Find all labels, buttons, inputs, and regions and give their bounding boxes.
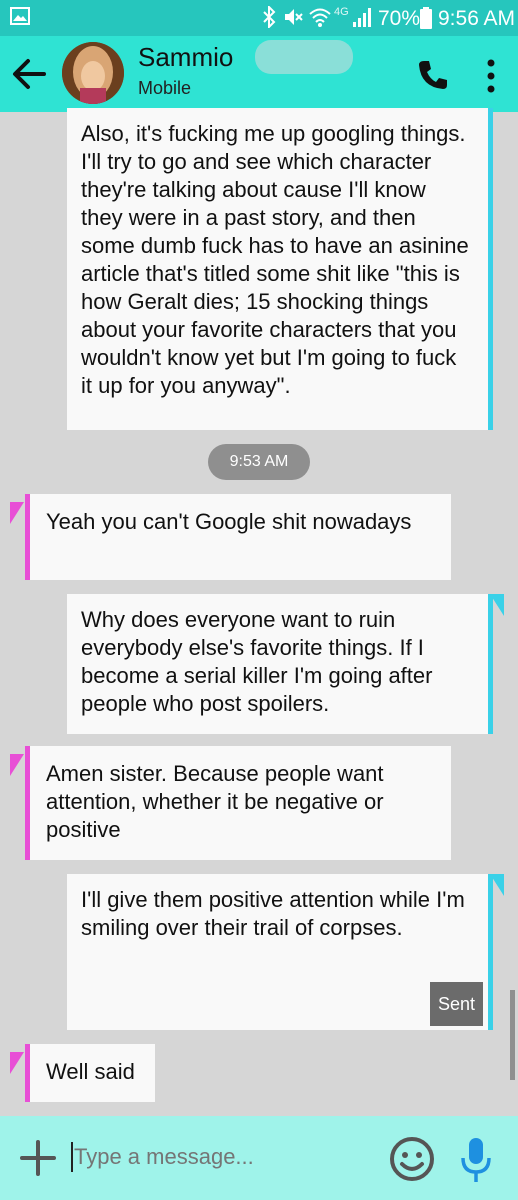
sent-status-badge: Sent xyxy=(429,982,483,1026)
contact-name: Sammio xyxy=(138,42,234,72)
message-list[interactable]: Also, it's fucking me up googling things… xyxy=(0,108,518,1116)
network-type: 4G xyxy=(334,6,349,18)
message-text: Why does everyone want to ruin everybody… xyxy=(81,607,433,716)
clock: 9:56 AM xyxy=(438,7,516,30)
incoming-tail xyxy=(10,502,24,524)
message-text: Yeah you can't Google shit nowadays xyxy=(46,509,412,534)
avatar-photo xyxy=(62,42,124,104)
battery-percent: 70% xyxy=(378,7,421,30)
message-input[interactable] xyxy=(74,1142,354,1172)
message-bubble-incoming[interactable]: Amen sister. Because people want attenti… xyxy=(25,746,451,860)
message-text: Also, it's fucking me up googling things… xyxy=(81,121,469,398)
incoming-tail xyxy=(10,1052,24,1074)
conversation-header: Sammio Mobile xyxy=(0,36,518,112)
message-text: Amen sister. Because people want attenti… xyxy=(46,761,384,842)
gallery-notification-icon xyxy=(10,7,30,25)
mute-icon xyxy=(285,9,303,25)
wifi-icon xyxy=(309,8,331,27)
add-attachment-icon[interactable] xyxy=(20,1140,56,1176)
microphone-icon[interactable] xyxy=(459,1136,493,1184)
contact-number-type: Mobile xyxy=(138,78,192,98)
more-options-icon[interactable] xyxy=(484,58,498,94)
emoji-icon[interactable] xyxy=(389,1136,435,1182)
status-bar: 4G 70% 9:56 AM xyxy=(0,0,518,36)
message-text: I'll give them positive attention while … xyxy=(81,887,465,940)
scrollbar[interactable] xyxy=(510,990,515,1080)
composer-bar xyxy=(0,1116,518,1200)
contact-avatar[interactable] xyxy=(62,42,124,104)
message-bubble-incoming[interactable]: Yeah you can't Google shit nowadays xyxy=(25,494,451,580)
message-bubble-outgoing[interactable]: Why does everyone want to ruin everybody… xyxy=(67,594,493,734)
bluetooth-icon xyxy=(263,6,276,28)
back-arrow-icon[interactable] xyxy=(10,56,50,92)
message-bubble-incoming[interactable]: Well said xyxy=(25,1044,155,1102)
redacted-surname xyxy=(255,40,353,74)
battery-icon xyxy=(420,7,432,29)
timestamp-divider: 9:53 AM xyxy=(208,444,310,480)
message-bubble-outgoing[interactable]: Also, it's fucking me up googling things… xyxy=(67,108,493,430)
text-cursor xyxy=(71,1142,73,1172)
phone-call-icon[interactable] xyxy=(416,58,450,92)
message-text: Well said xyxy=(46,1059,135,1084)
message-bubble-outgoing[interactable]: I'll give them positive attention while … xyxy=(67,874,493,1030)
signal-icon xyxy=(353,8,371,27)
incoming-tail xyxy=(10,754,24,776)
